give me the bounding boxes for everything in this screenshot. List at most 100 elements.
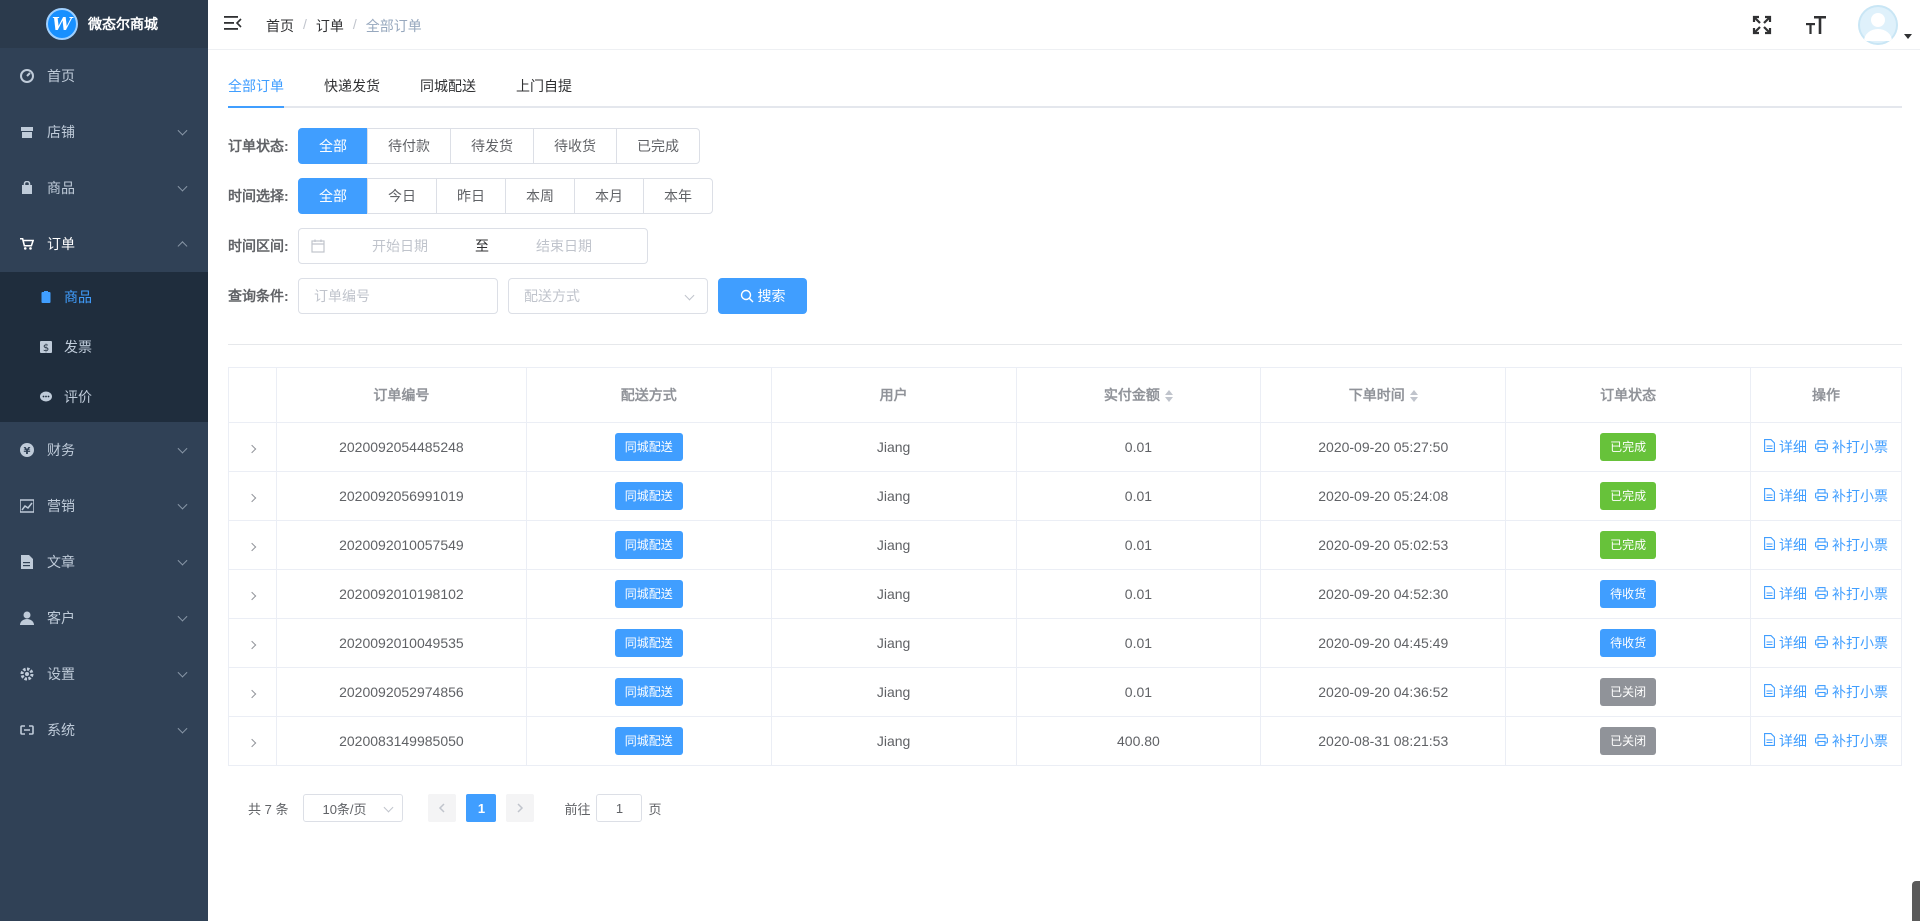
reprint-receipt-link[interactable]: 补打小票 bbox=[1815, 437, 1888, 457]
detail-link[interactable]: 详细 bbox=[1764, 486, 1807, 506]
time-cell: 2020-09-20 04:52:30 bbox=[1260, 569, 1507, 619]
chevron-right-icon[interactable] bbox=[248, 640, 257, 650]
breadcrumb-order[interactable]: 订单 bbox=[316, 16, 344, 36]
time-option-today[interactable]: 今日 bbox=[367, 178, 437, 214]
reprint-receipt-link[interactable]: 补打小票 bbox=[1815, 535, 1888, 555]
tab-express[interactable]: 快递发货 bbox=[324, 76, 380, 106]
expand-cell[interactable] bbox=[228, 667, 277, 717]
time-option-this-year[interactable]: 本年 bbox=[643, 178, 713, 214]
chevron-down-icon bbox=[177, 555, 188, 566]
detail-link[interactable]: 详细 bbox=[1764, 437, 1807, 457]
sidebar-item-customer[interactable]: 客户 bbox=[0, 590, 208, 646]
sidebar-item-system[interactable]: 系统 bbox=[0, 702, 208, 758]
goto-page-input[interactable]: 1 bbox=[596, 794, 643, 822]
fullscreen-icon[interactable] bbox=[1750, 13, 1774, 37]
status-option-to-receive[interactable]: 待收货 bbox=[533, 128, 617, 164]
end-date-input[interactable]: 结束日期 bbox=[489, 236, 639, 256]
expand-cell[interactable] bbox=[228, 618, 277, 668]
time-option-this-month[interactable]: 本月 bbox=[574, 178, 644, 214]
printer-icon bbox=[1815, 439, 1832, 455]
actions-cell: 详细 补打小票 bbox=[1750, 716, 1902, 766]
expand-cell[interactable] bbox=[228, 422, 277, 472]
reprint-receipt-link[interactable]: 补打小票 bbox=[1815, 486, 1888, 506]
detail-link[interactable]: 详细 bbox=[1764, 731, 1807, 751]
chevron-right-icon[interactable] bbox=[248, 542, 257, 552]
font-size-icon[interactable] bbox=[1804, 13, 1828, 37]
scrollbar-thumb[interactable] bbox=[1912, 881, 1920, 921]
chevron-down-icon bbox=[177, 181, 188, 192]
sidebar-item-order[interactable]: 订单 bbox=[0, 216, 208, 272]
column-header-amount[interactable]: 实付金额 bbox=[1015, 367, 1262, 423]
page-size-select[interactable]: 10条/页 bbox=[303, 794, 404, 822]
search-icon bbox=[740, 289, 753, 303]
sidebar-item-goods[interactable]: 商品 bbox=[0, 160, 208, 216]
table-row: 2020092010198102 同城配送 Jiang 0.01 2020-09-20 … bbox=[228, 569, 1902, 619]
sidebar-item-home[interactable]: 首页 bbox=[0, 48, 208, 104]
orders-table: 订单编号 配送方式 用户 实付金额 下单时间 订单状态 操作 202009205… bbox=[228, 367, 1902, 766]
actions-cell: 详细 补打小票 bbox=[1750, 618, 1902, 668]
start-date-input[interactable]: 开始日期 bbox=[325, 236, 475, 256]
time-option-this-week[interactable]: 本周 bbox=[505, 178, 575, 214]
page-number-button[interactable]: 1 bbox=[466, 794, 497, 822]
expand-cell[interactable] bbox=[228, 520, 277, 570]
sidebar-item-settings[interactable]: 设置 bbox=[0, 646, 208, 702]
order-number-input[interactable]: 订单编号 bbox=[298, 278, 498, 314]
chevron-right-icon[interactable] bbox=[248, 689, 257, 699]
status-option-completed[interactable]: 已完成 bbox=[616, 128, 700, 164]
sort-icon[interactable] bbox=[1164, 390, 1173, 403]
status-cell: 已关闭 bbox=[1505, 716, 1751, 766]
status-option-all[interactable]: 全部 bbox=[298, 128, 368, 164]
date-range-picker[interactable]: 开始日期 至 结束日期 bbox=[298, 228, 648, 264]
sidebar-item-finance[interactable]: ¥ 财务 bbox=[0, 422, 208, 478]
chevron-right-icon[interactable] bbox=[248, 444, 257, 454]
avatar[interactable] bbox=[1858, 5, 1898, 45]
next-page-button[interactable] bbox=[506, 794, 535, 822]
sidebar-item-store[interactable]: 店铺 bbox=[0, 104, 208, 160]
reprint-receipt-link[interactable]: 补打小票 bbox=[1815, 731, 1888, 751]
expand-cell[interactable] bbox=[228, 569, 277, 619]
document-icon bbox=[1764, 439, 1779, 455]
delivery-tag: 同城配送 bbox=[614, 531, 683, 559]
chevron-right-icon[interactable] bbox=[248, 591, 257, 601]
status-cell: 已完成 bbox=[1505, 422, 1751, 472]
chevron-right-icon[interactable] bbox=[248, 738, 257, 748]
reprint-receipt-link[interactable]: 补打小票 bbox=[1815, 682, 1888, 702]
hamburger-icon[interactable] bbox=[224, 15, 242, 31]
detail-link[interactable]: 详细 bbox=[1764, 584, 1807, 604]
status-filter-row: 订单状态: 全部 待付款 待发货 待收货 已完成 bbox=[228, 128, 1902, 164]
status-option-to-ship[interactable]: 待发货 bbox=[450, 128, 534, 164]
caret-down-icon[interactable] bbox=[1904, 33, 1912, 39]
detail-link[interactable]: 详细 bbox=[1764, 682, 1807, 702]
prev-page-button[interactable] bbox=[428, 794, 457, 822]
detail-label: 详细 bbox=[1779, 488, 1807, 504]
sidebar-item-marketing[interactable]: 营销 bbox=[0, 478, 208, 534]
expand-cell[interactable] bbox=[228, 471, 277, 521]
detail-link[interactable]: 详细 bbox=[1764, 633, 1807, 653]
sidebar-subitem-goods[interactable]: 商品 bbox=[0, 272, 208, 322]
reprint-receipt-link[interactable]: 补打小票 bbox=[1815, 633, 1888, 653]
actions-cell: 详细 补打小票 bbox=[1750, 520, 1902, 570]
sidebar-subitem-invoice[interactable]: $ 发票 bbox=[0, 322, 208, 372]
tab-all-orders[interactable]: 全部订单 bbox=[228, 76, 284, 108]
sidebar-subitem-review[interactable]: 评价 bbox=[0, 372, 208, 422]
expand-cell[interactable] bbox=[228, 716, 277, 766]
chevron-right-icon[interactable] bbox=[248, 493, 257, 503]
reprint-label: 补打小票 bbox=[1832, 537, 1888, 553]
reprint-receipt-link[interactable]: 补打小票 bbox=[1815, 584, 1888, 604]
logo[interactable]: W 微态尔商城 bbox=[0, 0, 208, 48]
time-option-all[interactable]: 全部 bbox=[298, 178, 368, 214]
tab-self-pickup[interactable]: 上门自提 bbox=[516, 76, 572, 106]
printer-icon bbox=[1815, 537, 1832, 553]
search-button[interactable]: 搜索 bbox=[718, 278, 807, 314]
column-header-time[interactable]: 下单时间 bbox=[1260, 367, 1507, 423]
tab-local-delivery[interactable]: 同城配送 bbox=[420, 76, 476, 106]
status-badge: 待收货 bbox=[1600, 580, 1657, 608]
sidebar-subitem-label: 评价 bbox=[64, 389, 92, 405]
status-option-unpaid[interactable]: 待付款 bbox=[367, 128, 451, 164]
time-option-yesterday[interactable]: 昨日 bbox=[436, 178, 506, 214]
delivery-method-select[interactable]: 配送方式 bbox=[508, 278, 708, 314]
sort-icon[interactable] bbox=[1409, 390, 1418, 403]
breadcrumb-home[interactable]: 首页 bbox=[266, 16, 294, 36]
detail-link[interactable]: 详细 bbox=[1764, 535, 1807, 555]
sidebar-item-article[interactable]: 文章 bbox=[0, 534, 208, 590]
